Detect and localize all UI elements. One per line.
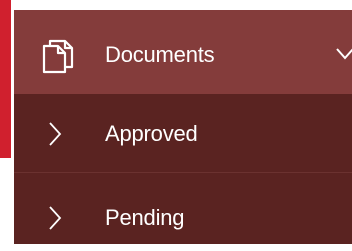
documents-icon — [41, 38, 75, 74]
chevron-right-icon — [48, 206, 62, 230]
documents-label: Documents — [105, 42, 215, 67]
submenu-item-approved[interactable]: Approved — [14, 94, 352, 172]
documents-menu-header[interactable]: Documents — [14, 10, 352, 94]
accent-strip — [0, 0, 11, 158]
chevron-right-icon — [48, 122, 62, 146]
documents-menu: Documents Approved Pending — [14, 10, 352, 244]
pending-label: Pending — [105, 205, 185, 230]
approved-label: Approved — [105, 121, 198, 146]
submenu-item-pending[interactable]: Pending — [14, 173, 352, 251]
chevron-down-icon[interactable] — [336, 47, 352, 60]
